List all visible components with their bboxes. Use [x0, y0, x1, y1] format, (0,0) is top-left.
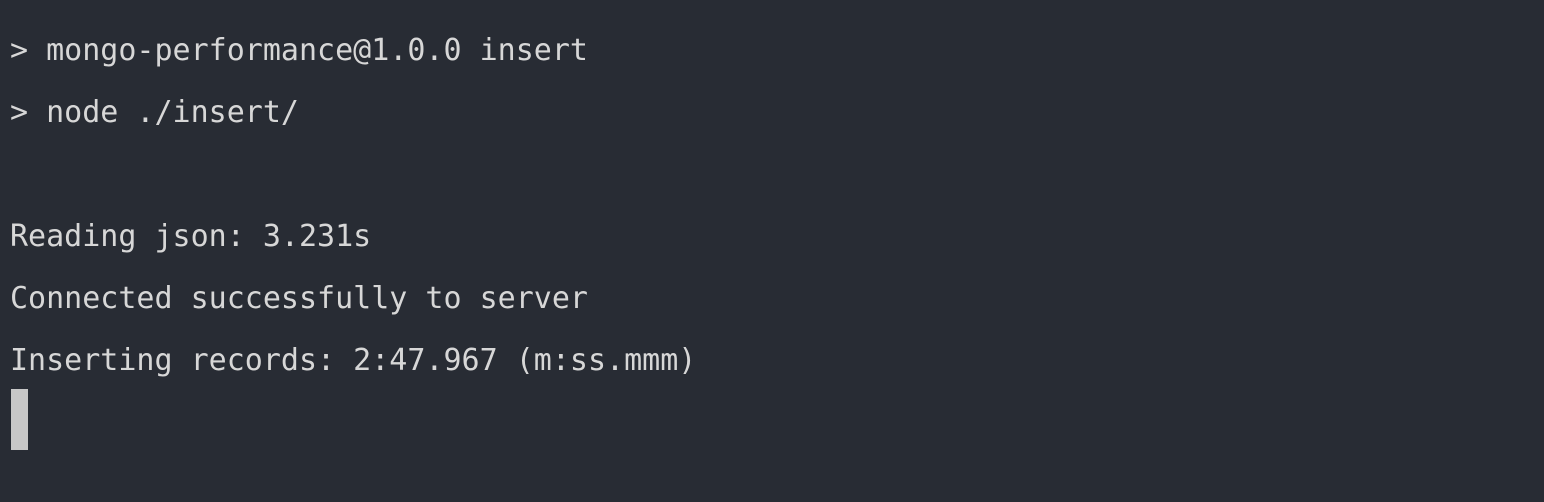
- output-line-command: > node ./insert/: [10, 95, 299, 130]
- output-line-script-header: > mongo-performance@1.0.0 insert: [10, 33, 588, 68]
- terminal-window[interactable]: > mongo-performance@1.0.0 insert > node …: [0, 0, 1544, 502]
- output-line-reading-json: Reading json: 3.231s: [10, 219, 372, 254]
- terminal-cursor: [11, 389, 28, 450]
- output-line-inserting-records: Inserting records: 2:47.967 (m:ss.mmm): [10, 343, 697, 378]
- output-line-connected: Connected successfully to server: [10, 281, 588, 316]
